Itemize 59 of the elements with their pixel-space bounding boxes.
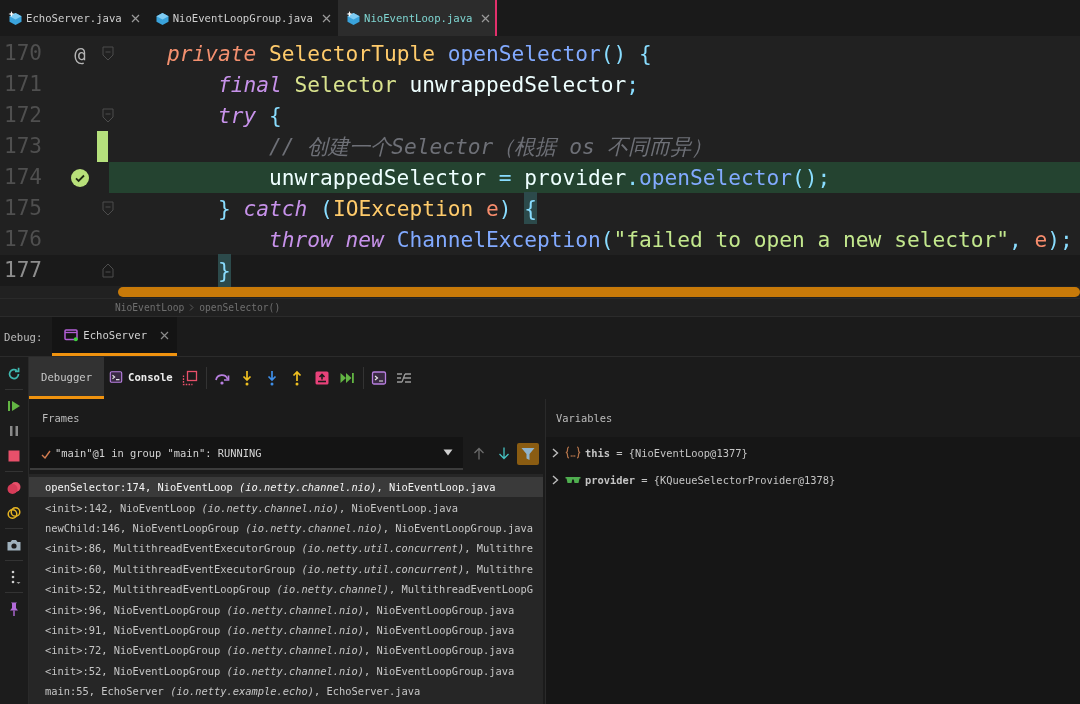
- chevron-right-icon[interactable]: [552, 474, 559, 485]
- stack-frame-row[interactable]: openSelector:174, NioEventLoop (io.netty.channel.nio), NioEventLoop.java: [29, 477, 543, 498]
- stack-frame: <init>:60, MultithreadEventExecutorGroup (io.netty.util.concurrent), Multithre: [45, 562, 533, 575]
- down-arrow-icon[interactable]: [498, 447, 510, 460]
- line-number: 177: [3, 257, 42, 284]
- debug-label: Debug:: [3, 330, 43, 343]
- check-circle-icon[interactable]: [71, 168, 89, 187]
- stack-frame: main:55, EchoServer (io.netty.example.echo), EchoServer.java: [45, 685, 421, 698]
- filter-button[interactable]: [517, 442, 539, 465]
- stack-frame: <init>:52, NioEventLoopGroup (io.netty.channel.nio), NioEventLoopGroup.java: [45, 664, 515, 677]
- code-line: } catch (IOException e) {: [218, 193, 537, 224]
- fold-marker-icon[interactable]: [102, 108, 114, 123]
- editor-tab[interactable]: NioEventLoop.java: [338, 0, 498, 36]
- glasses-icon: [565, 475, 581, 484]
- chevron-right-icon: [189, 304, 195, 311]
- dropdown-caret-icon: [443, 449, 453, 456]
- close-icon[interactable]: [322, 13, 331, 23]
- close-icon[interactable]: [160, 330, 170, 340]
- stack-frame: newChild:146, NioEventLoopGroup (io.netty.channel.nio), NioEventLoopGroup.java: [45, 521, 533, 534]
- stack-frame: <init>:91, NioEventLoopGroup (io.netty.channel.nio), NioEventLoopGroup.java: [45, 623, 515, 636]
- filter-icon: [521, 446, 535, 461]
- fold-marker-icon[interactable]: [102, 201, 114, 216]
- check-icon: [41, 449, 51, 459]
- refresh-icon[interactable]: [6, 365, 22, 382]
- fold-marker-icon[interactable]: [102, 46, 114, 61]
- stack-frame: <init>:52, MultithreadEventLoopGroup (io.netty.channel), MultithreadEventLoopG: [45, 583, 533, 596]
- close-icon[interactable]: [130, 13, 140, 23]
- terminal-icon: [109, 369, 124, 384]
- lines-icon[interactable]: [396, 370, 413, 386]
- chevron-right-icon[interactable]: [552, 447, 559, 458]
- stack-frame: <init>:72, NioEventLoopGroup (io.netty.channel.nio), NioEventLoopGroup.java: [45, 644, 515, 657]
- stack-frame: <init>:142, NioEventLoop (io.netty.channel.nio), NioEventLoop.java: [45, 501, 458, 514]
- stack-frame: <init>:96, NioEventLoopGroup (io.netty.channel.nio), NioEventLoopGroup.java: [45, 603, 515, 616]
- ring-pair-icon[interactable]: [6, 504, 22, 521]
- thread-dropdown[interactable]: "main"@1 in group "main": RUNNING: [30, 437, 463, 470]
- stack-frame: openSelector:174, NioEventLoop (io.netty.channel.nio), NioEventLoop.java: [45, 481, 496, 494]
- session-tab[interactable]: EchoServer: [52, 317, 178, 356]
- code-line: unwrappedSelector = provider.openSelector();: [269, 164, 831, 192]
- code-line: final Selector unwrappedSelector;: [218, 71, 640, 99]
- dashed-squares-icon[interactable]: [182, 370, 199, 386]
- stack-frame: <init>:86, MultithreadEventExecutorGroup (io.netty.util.concurrent), Multithre: [45, 542, 533, 555]
- code-line: // 创建一个Selector（根据 os 不同而异）: [269, 133, 713, 161]
- frames-title: Frames: [42, 412, 80, 424]
- variable-entry[interactable]: provider = {KQueueSelectorProvider@1378}: [585, 473, 836, 486]
- fold-marker-icon[interactable]: [102, 263, 114, 278]
- code-line: try {: [218, 102, 282, 130]
- variable-entry[interactable]: this = {NioEventLoop@1377}: [585, 446, 748, 459]
- overlapping-circles-icon[interactable]: [6, 479, 22, 496]
- variables-title: Variables: [556, 412, 613, 424]
- braces-icon: [565, 446, 581, 459]
- window-icon: [64, 328, 80, 342]
- horizontal-scrollbar-thumb[interactable]: [118, 287, 1080, 297]
- debugger-tab[interactable]: Debugger: [29, 357, 105, 399]
- terminal-icon[interactable]: [371, 370, 388, 386]
- code-line: throw new ChannelException("failed to open a new selector", e);: [269, 226, 1073, 254]
- code-line: private SelectorTuple openSelector() {: [167, 40, 652, 68]
- gutter-annotation[interactable]: @: [74, 42, 86, 65]
- close-icon[interactable]: [481, 13, 491, 23]
- fast-forward-icon[interactable]: [339, 370, 356, 386]
